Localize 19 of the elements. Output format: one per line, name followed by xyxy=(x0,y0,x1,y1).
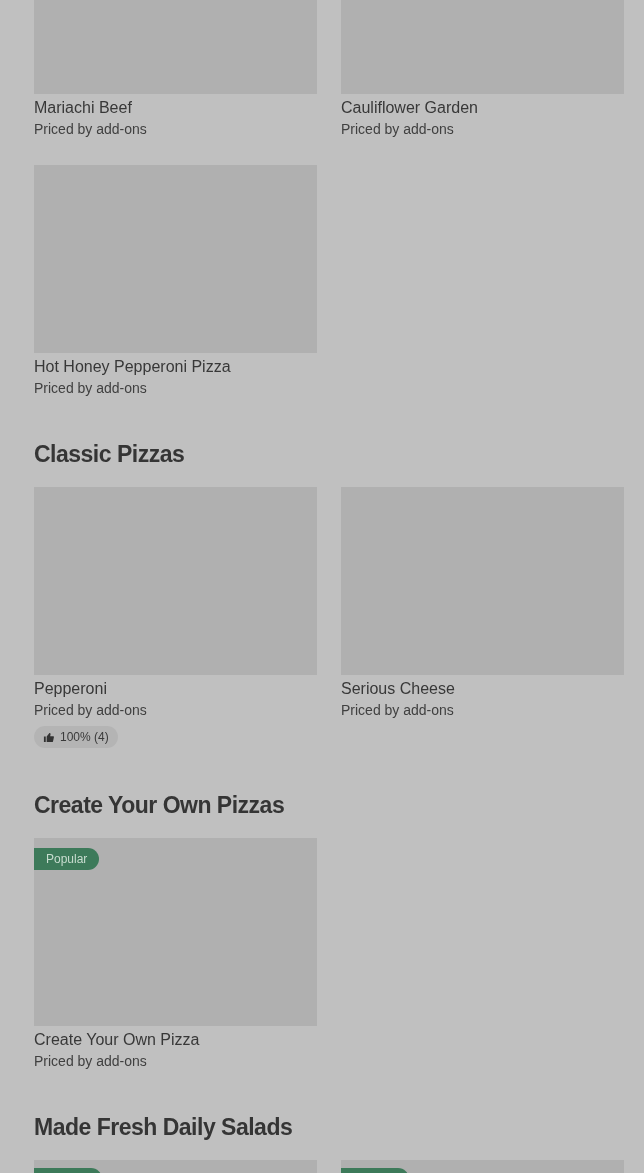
section-heading: Create Your Own Pizzas xyxy=(34,790,286,820)
item-name: Create Your Own Pizza xyxy=(34,1029,201,1050)
popular-badge: Popular xyxy=(34,847,100,870)
rating-chip: 100% (4) xyxy=(34,726,118,748)
item-price: Priced by add-ons xyxy=(341,120,455,139)
item-name: Hot Honey Pepperoni Pizza xyxy=(34,357,232,377)
item-name: Pepperoni xyxy=(34,679,108,699)
image-placeholder[interactable]: Popular xyxy=(34,837,317,1026)
section-heading: Made Fresh Daily Salads xyxy=(34,1112,294,1142)
item-price: Priced by add-ons xyxy=(34,1051,148,1071)
thumbs-up-icon xyxy=(43,731,54,743)
item-price: Priced by add-ons xyxy=(34,701,148,720)
item-name: Mariachi Beef xyxy=(34,98,133,118)
section-heading: Classic Pizzas xyxy=(34,440,186,469)
item-price: Priced by add-ons xyxy=(34,379,148,398)
item-price: Priced by add-ons xyxy=(34,120,148,139)
item-price: Priced by add-ons xyxy=(341,701,455,720)
item-name: Cauliflower Garden xyxy=(341,98,479,118)
item-name: Serious Cheese xyxy=(341,679,456,699)
